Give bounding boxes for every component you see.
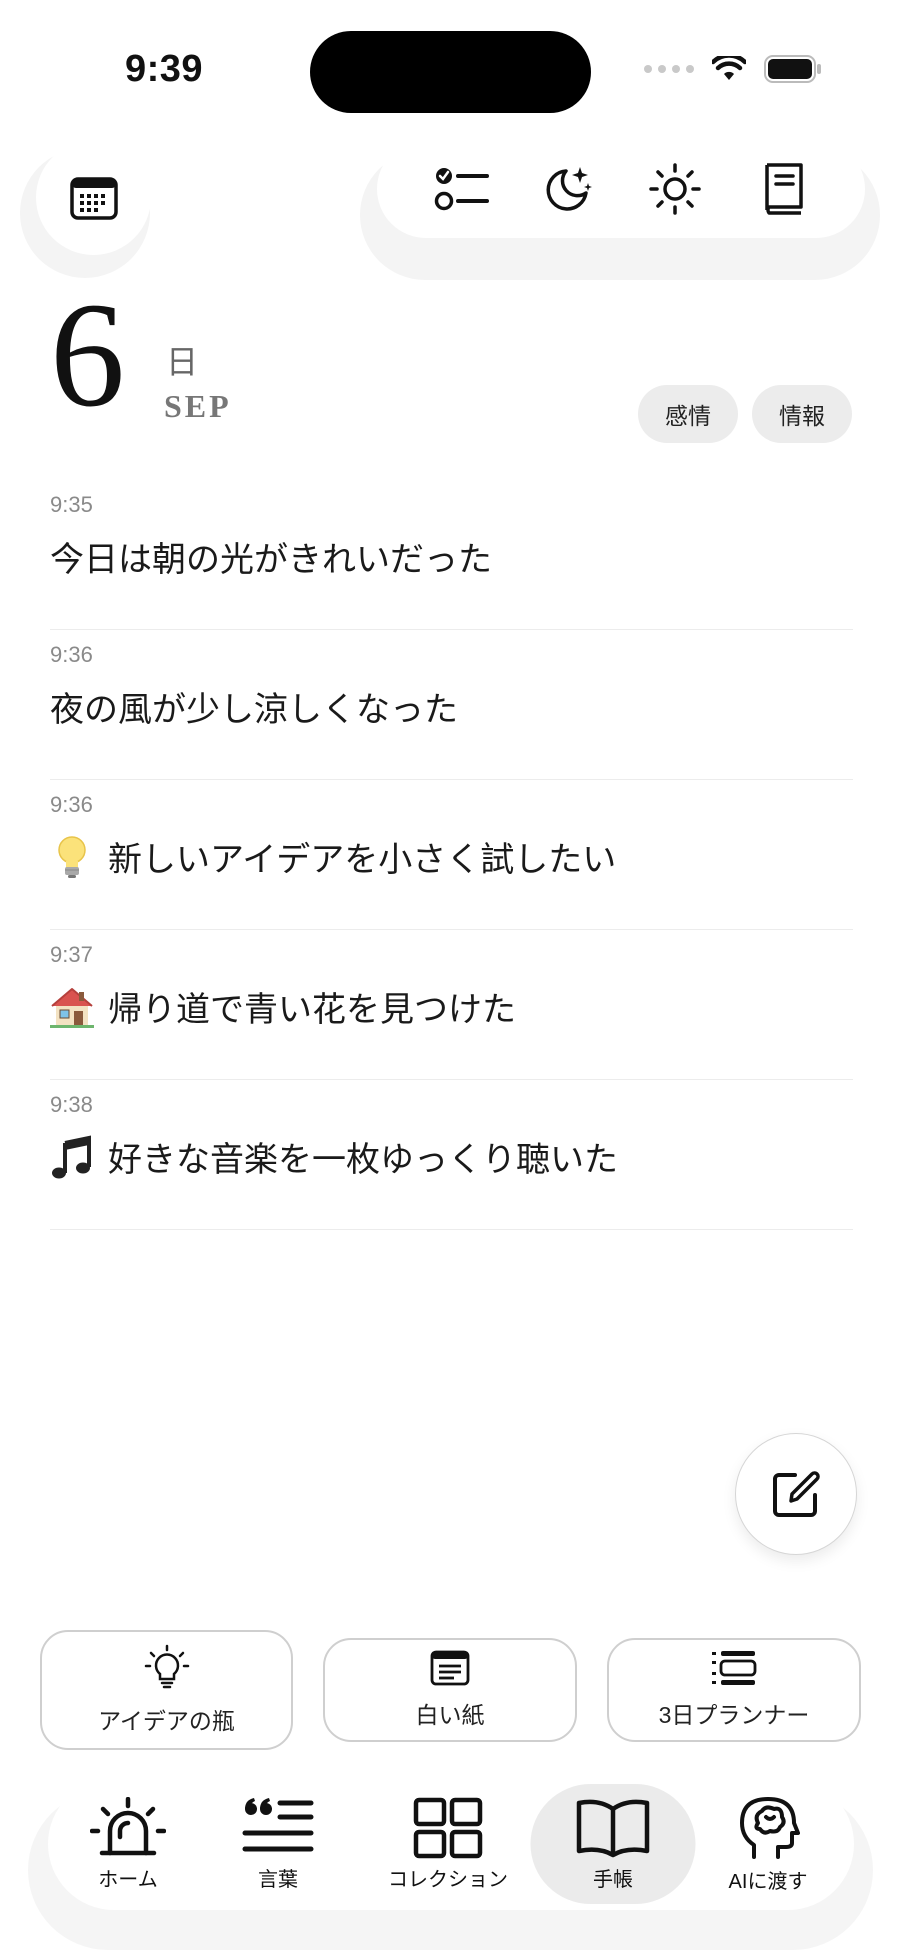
signal-icon	[644, 65, 694, 73]
entry-time: 9:36	[50, 792, 93, 817]
day-suffix: 日	[166, 343, 199, 381]
emotion-filter-button[interactable]: 感情	[638, 385, 738, 443]
entry-list: 9:35 今日は朝の光がきれいだった 9:36 夜の風が少し涼しくなった 9:3…	[50, 480, 853, 1230]
music-note-icon	[50, 1135, 94, 1179]
wifi-icon	[712, 56, 746, 80]
entry-text-row: 帰り道で青い花を見つけた	[50, 982, 516, 1031]
entry-text: 帰り道で青い花を見つけた	[108, 990, 516, 1030]
compose-button[interactable]	[735, 1433, 857, 1555]
entry-text-row: 好きな音楽を一枚ゆっくり聴いた	[50, 1132, 618, 1181]
lightbulb-outline-icon	[144, 1644, 189, 1689]
white-paper-label: 白い紙	[415, 1702, 485, 1728]
journal-button[interactable]	[752, 159, 812, 219]
alarm-light-icon	[90, 1796, 166, 1855]
entry-time: 9:38	[50, 1092, 93, 1117]
night-button[interactable]	[538, 159, 598, 219]
white-paper-button[interactable]: 白い紙	[323, 1638, 577, 1742]
entry-text-row: 夜の風が少し涼しくなった	[50, 682, 458, 731]
dynamic-island	[310, 31, 591, 113]
book-icon	[764, 163, 803, 215]
house-icon	[50, 985, 94, 1029]
day-number: 6	[50, 272, 125, 438]
entry-text-row: 今日は朝の光がきれいだった	[50, 532, 492, 581]
nav-home-label: ホーム	[98, 1868, 158, 1891]
grid-icon	[413, 1797, 483, 1858]
nav-ai[interactable]: AIに渡す	[698, 1778, 838, 1910]
entry-text: 好きな音楽を一枚ゆっくり聴いた	[108, 1140, 618, 1180]
nav-collection[interactable]: コレクション	[368, 1778, 528, 1910]
nav-collection-label: コレクション	[388, 1868, 508, 1891]
nav-words-label: 言葉	[258, 1868, 298, 1891]
entry-text: 新しいアイデアを小さく試したい	[108, 840, 617, 880]
battery-icon	[764, 55, 821, 83]
day-button[interactable]	[645, 159, 705, 219]
idea-jar-button[interactable]: アイデアの瓶	[40, 1630, 293, 1750]
entry-text: 今日は朝の光がきれいだった	[50, 540, 492, 580]
entry-time: 9:35	[50, 492, 93, 517]
calendar-button[interactable]	[36, 140, 151, 255]
bottom-nav: ホーム 言葉 コレクション 手帳 AIに渡す	[48, 1778, 854, 1910]
open-book-icon	[576, 1799, 650, 1857]
entry-text: 夜の風が少し涼しくなった	[50, 690, 458, 730]
checklist-button[interactable]	[431, 159, 491, 219]
month-label: SEP	[164, 388, 232, 424]
compose-icon	[773, 1471, 820, 1517]
lightbulb-icon	[50, 835, 94, 879]
planner-button[interactable]: 3日プランナー	[607, 1638, 861, 1742]
planner-label: 3日プランナー	[658, 1702, 810, 1728]
nav-notebook-label: 手帳	[593, 1868, 633, 1891]
entry-time: 9:37	[50, 942, 93, 967]
moon-stars-icon	[546, 167, 592, 211]
entry-item[interactable]: 9:38 好きな音楽を一枚ゆっくり聴いた	[50, 1080, 853, 1230]
brain-head-icon	[740, 1796, 800, 1859]
quote-lines-icon	[242, 1797, 314, 1851]
entry-item[interactable]: 9:35 今日は朝の光がきれいだった	[50, 480, 853, 630]
sun-icon	[648, 163, 701, 215]
checklist-icon	[434, 168, 489, 211]
nav-words[interactable]: 言葉	[208, 1778, 348, 1910]
nav-ai-label: AIに渡す	[728, 1870, 808, 1893]
nav-notebook[interactable]: 手帳	[538, 1778, 688, 1910]
idea-jar-label: アイデアの瓶	[98, 1708, 235, 1734]
nav-home[interactable]: ホーム	[58, 1778, 198, 1910]
entry-time: 9:36	[50, 642, 93, 667]
info-filter-button[interactable]: 情報	[752, 385, 852, 443]
calendar-icon	[69, 176, 118, 220]
planner-icon	[712, 1651, 757, 1685]
top-toolbar	[377, 140, 865, 238]
entry-item[interactable]: 9:36 夜の風が少し涼しくなった	[50, 630, 853, 780]
entry-item[interactable]: 9:36 新しいアイデアを小さく試したい	[50, 780, 853, 930]
note-icon	[430, 1650, 470, 1686]
status-time: 9:39	[125, 48, 204, 90]
status-icons	[644, 55, 822, 83]
entry-text-row: 新しいアイデアを小さく試したい	[50, 832, 616, 881]
entry-item[interactable]: 9:37 帰り道で青い花を見つけた	[50, 930, 853, 1080]
